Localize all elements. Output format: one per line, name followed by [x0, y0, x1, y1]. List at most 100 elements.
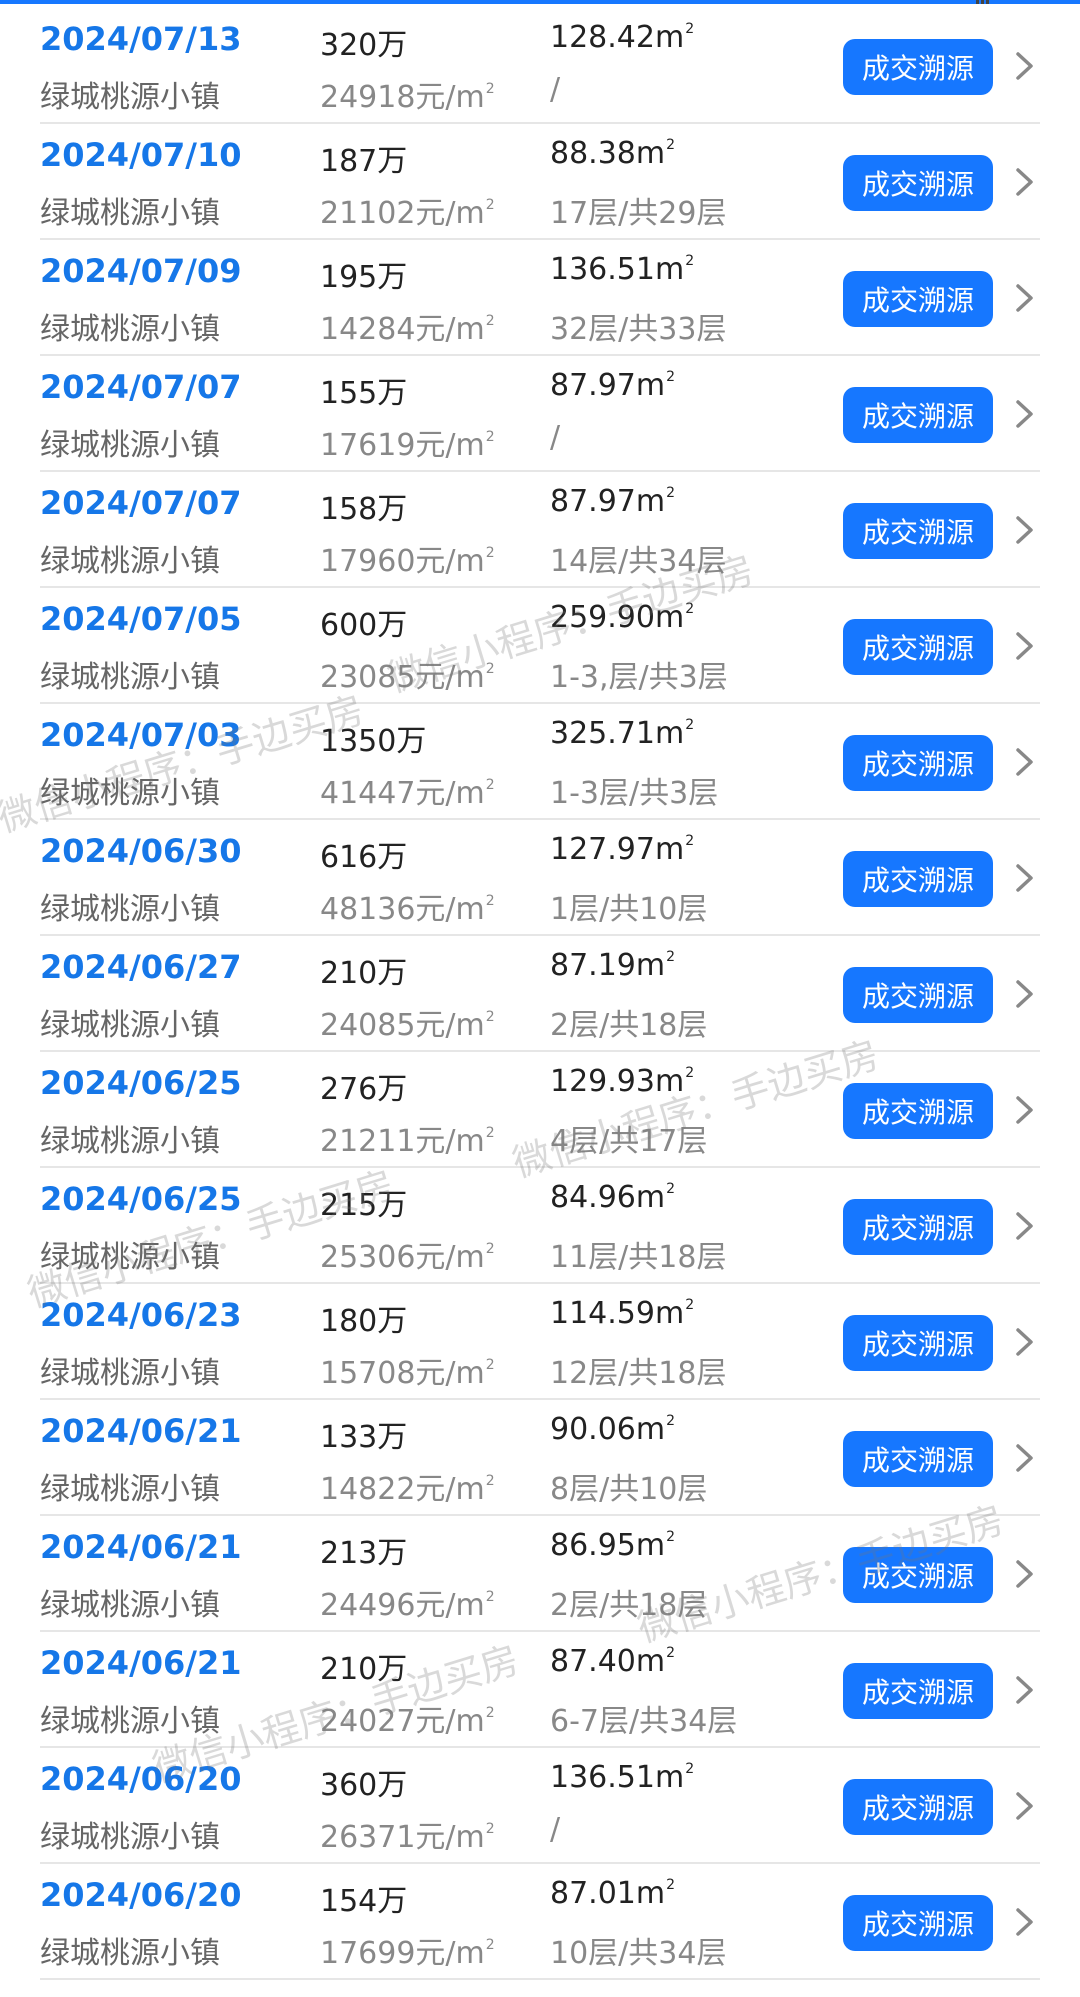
trace-deal-button[interactable]: 成交溯源: [843, 1663, 993, 1719]
area: 84.96m2: [550, 1180, 675, 1215]
area: 87.40m2: [550, 1644, 675, 1679]
trace-deal-button[interactable]: 成交溯源: [843, 1895, 993, 1951]
area-superscript: 2: [685, 1065, 695, 1081]
deal-date: 2024/06/25: [40, 1180, 242, 1218]
trace-deal-button[interactable]: 成交溯源: [843, 387, 993, 443]
area-superscript: 2: [666, 1413, 676, 1429]
area-value: 86.95m: [550, 1528, 666, 1563]
transaction-row: 2024/06/25 绿城桃源小镇 276万 21211元/m2 129.93m…: [40, 1052, 1040, 1168]
area-value: 128.42m: [550, 20, 685, 55]
community-name: 绿城桃源小镇: [40, 1356, 220, 1391]
unit-price-value: 41447元/m: [320, 776, 485, 811]
total-price: 158万: [320, 492, 408, 527]
unit-superscript: 2: [485, 1009, 495, 1025]
trace-deal-button[interactable]: 成交溯源: [843, 619, 993, 675]
area: 136.51m2: [550, 252, 694, 287]
unit-price-value: 17699元/m: [320, 1936, 485, 1971]
community-name: 绿城桃源小镇: [40, 776, 220, 811]
community-name: 绿城桃源小镇: [40, 80, 220, 115]
chevron-right-icon[interactable]: [1010, 51, 1038, 81]
area: 129.93m2: [550, 1064, 694, 1099]
unit-price: 24027元/m2: [320, 1696, 495, 1740]
chevron-right-icon[interactable]: [1010, 979, 1038, 1009]
area-value: 114.59m: [550, 1296, 685, 1331]
community-name: 绿城桃源小镇: [40, 1008, 220, 1043]
chevron-right-icon[interactable]: [1010, 1211, 1038, 1241]
area: 87.97m2: [550, 484, 675, 519]
unit-superscript: 2: [485, 1705, 495, 1721]
deal-date: 2024/07/09: [40, 252, 242, 290]
chevron-right-icon[interactable]: [1010, 167, 1038, 197]
unit-superscript: 2: [485, 1937, 495, 1953]
community-name: 绿城桃源小镇: [40, 428, 220, 463]
chevron-right-icon[interactable]: [1010, 515, 1038, 545]
trace-deal-button[interactable]: 成交溯源: [843, 39, 993, 95]
unit-superscript: 2: [485, 1241, 495, 1257]
trace-deal-button[interactable]: 成交溯源: [843, 1315, 993, 1371]
area-superscript: 2: [685, 717, 695, 733]
trace-deal-button[interactable]: 成交溯源: [843, 967, 993, 1023]
unit-price-value: 24496元/m: [320, 1588, 485, 1623]
chevron-right-icon[interactable]: [1010, 1907, 1038, 1937]
trace-deal-button[interactable]: 成交溯源: [843, 1431, 993, 1487]
deal-date: 2024/06/20: [40, 1760, 242, 1798]
area: 87.19m2: [550, 948, 675, 983]
area-value: 84.96m: [550, 1180, 666, 1215]
transaction-row: 2024/06/21 绿城桃源小镇 133万 14822元/m2 90.06m2…: [40, 1400, 1040, 1516]
chevron-right-icon[interactable]: [1010, 1675, 1038, 1705]
area-superscript: 2: [666, 1645, 676, 1661]
chevron-right-icon[interactable]: [1010, 1095, 1038, 1125]
chevron-right-icon[interactable]: [1010, 1791, 1038, 1821]
transaction-row: 2024/06/21 绿城桃源小镇 210万 24027元/m2 87.40m2…: [40, 1632, 1040, 1748]
community-name: 绿城桃源小镇: [40, 1704, 220, 1739]
chevron-right-icon[interactable]: [1010, 1327, 1038, 1357]
trace-deal-button[interactable]: 成交溯源: [843, 1547, 993, 1603]
trace-deal-button[interactable]: 成交溯源: [843, 503, 993, 559]
trace-deal-button[interactable]: 成交溯源: [843, 851, 993, 907]
unit-price: 24496元/m2: [320, 1580, 495, 1624]
area-superscript: 2: [666, 1877, 676, 1893]
unit-superscript: 2: [485, 313, 495, 329]
unit-price: 15708元/m2: [320, 1348, 495, 1392]
transaction-row: 2024/06/30 绿城桃源小镇 616万 48136元/m2 127.97m…: [40, 820, 1040, 936]
area-value: 87.01m: [550, 1876, 666, 1911]
trace-deal-button[interactable]: 成交溯源: [843, 271, 993, 327]
community-name: 绿城桃源小镇: [40, 1936, 220, 1971]
area: 87.97m2: [550, 368, 675, 403]
unit-price-value: 23085元/m: [320, 660, 485, 695]
area: 127.97m2: [550, 832, 694, 867]
unit-price-value: 25306元/m: [320, 1240, 485, 1275]
deal-date: 2024/06/27: [40, 948, 242, 986]
community-name: 绿城桃源小镇: [40, 1588, 220, 1623]
floor-info: 10层/共34层: [550, 1936, 727, 1971]
total-price: 133万: [320, 1420, 408, 1455]
trace-deal-button[interactable]: 成交溯源: [843, 155, 993, 211]
deal-date: 2024/06/25: [40, 1064, 242, 1102]
trace-deal-button[interactable]: 成交溯源: [843, 1083, 993, 1139]
chevron-right-icon[interactable]: [1010, 283, 1038, 313]
trace-deal-button[interactable]: 成交溯源: [843, 1199, 993, 1255]
chevron-right-icon[interactable]: [1010, 399, 1038, 429]
floor-info: /: [550, 1812, 561, 1847]
area-superscript: 2: [666, 485, 676, 501]
total-price: 180万: [320, 1304, 408, 1339]
area-value: 325.71m: [550, 716, 685, 751]
chevron-right-icon[interactable]: [1010, 863, 1038, 893]
floor-info: 1-3层/共3层: [550, 776, 719, 811]
area-superscript: 2: [685, 601, 695, 617]
chevron-right-icon[interactable]: [1010, 1559, 1038, 1589]
trace-deal-button[interactable]: 成交溯源: [843, 735, 993, 791]
chevron-right-icon[interactable]: [1010, 1443, 1038, 1473]
total-price: 210万: [320, 956, 408, 991]
community-name: 绿城桃源小镇: [40, 660, 220, 695]
community-name: 绿城桃源小镇: [40, 1472, 220, 1507]
unit-superscript: 2: [485, 1473, 495, 1489]
area-superscript: 2: [685, 21, 695, 37]
chevron-right-icon[interactable]: [1010, 631, 1038, 661]
unit-price: 26371元/m2: [320, 1812, 495, 1856]
transaction-row: 2024/06/20 绿城桃源小镇 360万 26371元/m2 136.51m…: [40, 1748, 1040, 1864]
transaction-row: 2024/07/07 绿城桃源小镇 158万 17960元/m2 87.97m2…: [40, 472, 1040, 588]
trace-deal-button[interactable]: 成交溯源: [843, 1779, 993, 1835]
area-value: 127.97m: [550, 832, 685, 867]
chevron-right-icon[interactable]: [1010, 747, 1038, 777]
